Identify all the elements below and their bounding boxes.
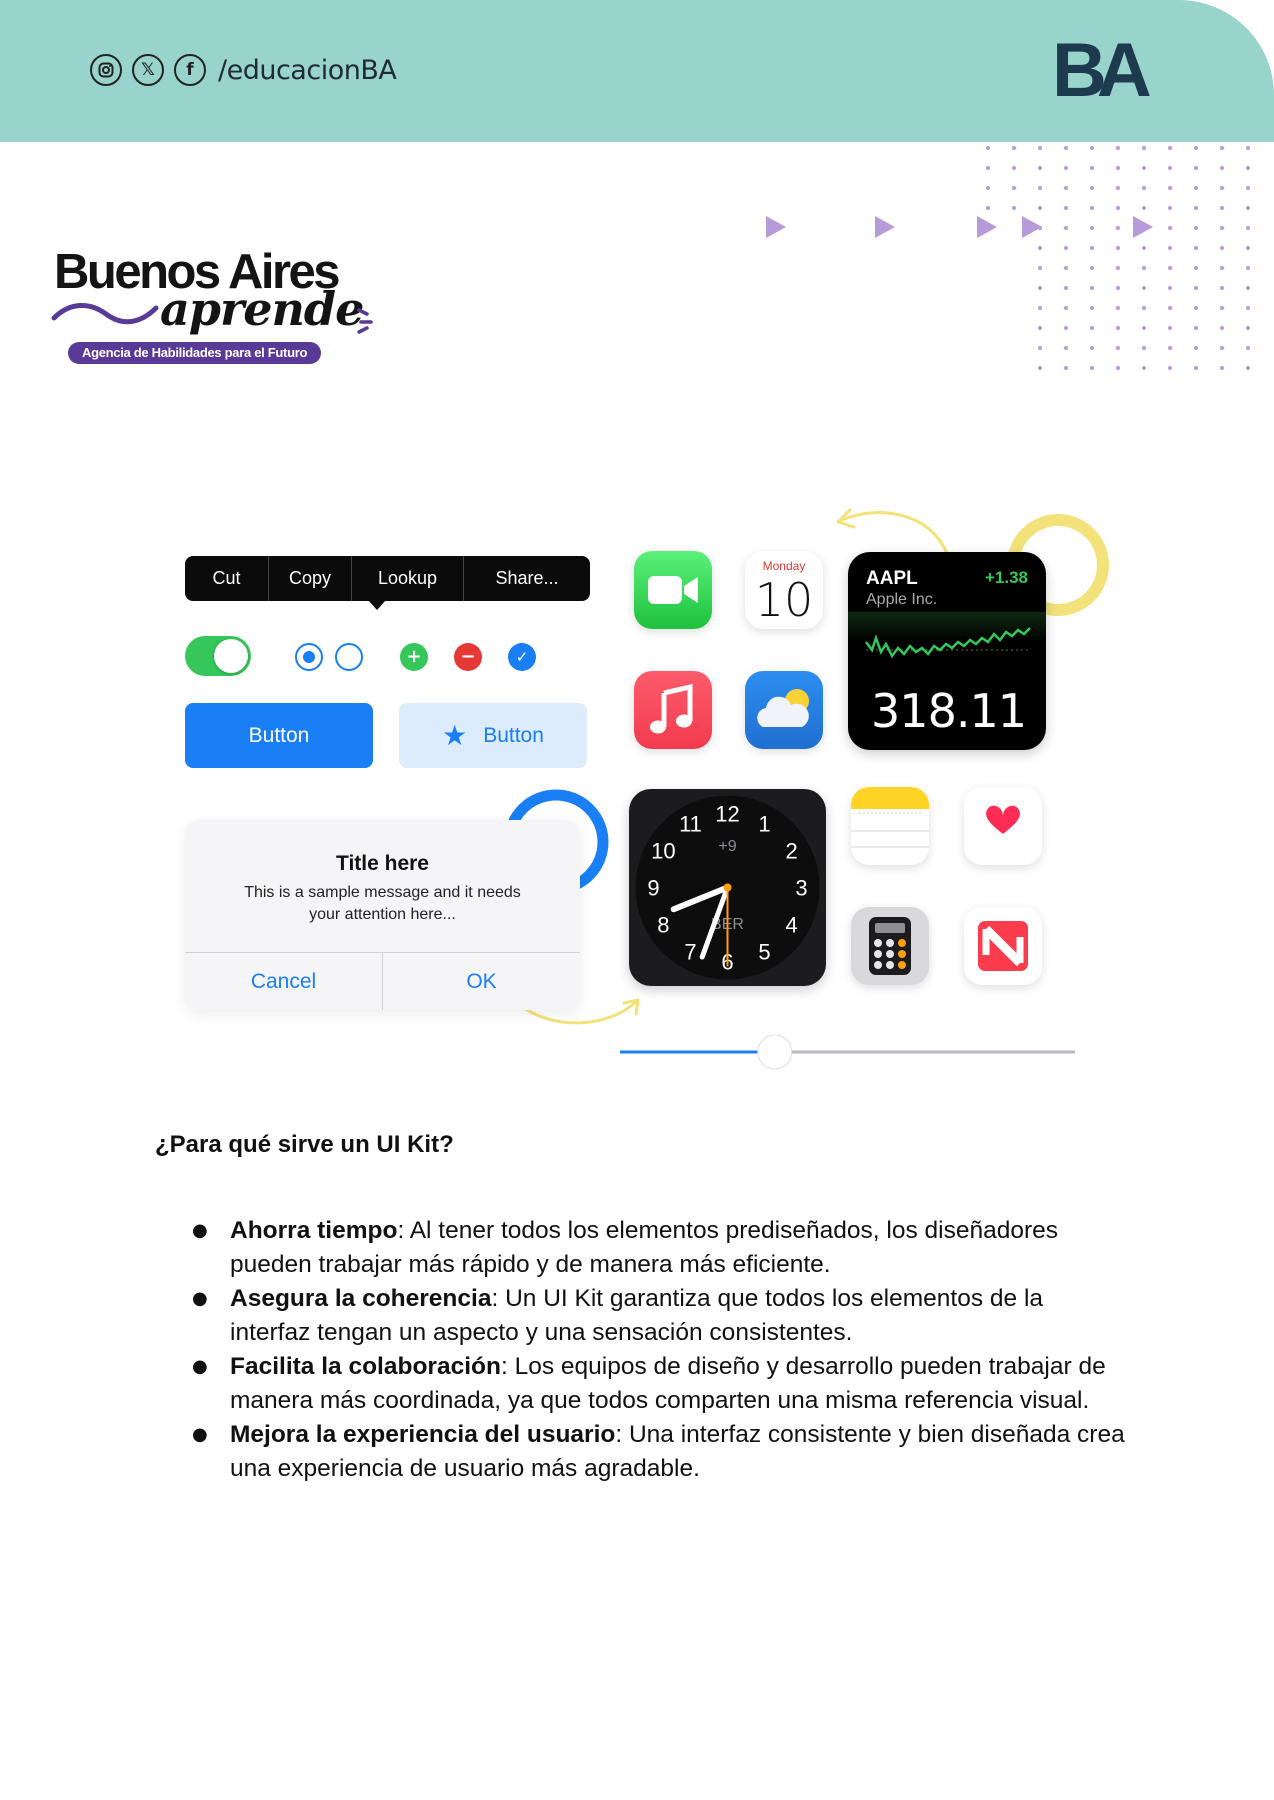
menu-item-cut[interactable]: Cut [185,556,269,601]
alert-actions: Cancel OK [185,952,580,1010]
bullet-term: Ahorra tiempo [230,1217,398,1244]
menu-item-copy[interactable]: Copy [269,556,352,601]
list-item: Mejora la experiencia del usuario: Una i… [192,1418,1130,1486]
toggle-switch[interactable] [185,636,251,676]
context-menu-pointer [368,600,386,610]
clock-widget[interactable]: 121234567891011+9BER [629,789,826,986]
clock-number: 11 [679,811,702,836]
clock-number: 10 [651,839,675,864]
section-question: ¿Para qué sirve un UI Kit? [155,1131,454,1158]
alert-message: This is a sample message and it needs yo… [244,884,521,923]
stock-price: 318.11 [871,684,1027,738]
star-icon: ★ [442,718,468,752]
weather-icon[interactable] [745,671,823,749]
clock-number: 1 [758,811,770,836]
add-icon[interactable]: + [400,643,428,671]
menu-item-share[interactable]: Share... [464,556,590,601]
calendar-icon[interactable]: Monday 10 [745,551,823,629]
health-icon[interactable] [964,787,1042,865]
context-menu: Cut Copy Lookup Share... [185,556,590,601]
radio-selected[interactable] [295,643,323,671]
stock-name: Apple Inc. [866,591,938,608]
clock-number: 9 [647,876,659,901]
clock-number: 12 [715,802,739,827]
calendar-date: 10 [754,573,814,627]
checkmark-icon[interactable]: ✓ [508,643,536,671]
slider-thumb[interactable] [757,1034,793,1070]
clock-number: 3 [795,876,807,901]
stock-change: +1.38 [984,568,1028,587]
news-icon[interactable] [964,907,1042,985]
remove-icon[interactable]: − [454,643,482,671]
slider[interactable] [620,1033,1075,1071]
clock-number: 7 [684,940,696,965]
music-icon[interactable] [634,671,712,749]
clock-number: 4 [785,913,797,938]
calendar-day: Monday [762,559,806,573]
calculator-icon[interactable] [851,907,929,985]
bullet-term: Facilita la colaboración [230,1353,501,1380]
bullet-term: Mejora la experiencia del usuario [230,1421,616,1448]
bullet-term: Asegura la coherencia [230,1285,492,1312]
radio-unselected[interactable] [335,643,363,671]
clock-number: 5 [758,940,770,965]
primary-button-label: Button [248,723,310,747]
list-item: Asegura la coherencia: Un UI Kit garanti… [192,1282,1130,1350]
clock-offset: +9 [718,838,736,855]
alert-dialog: Title here This is a sample message and … [185,820,580,1010]
stock-sparkline [848,612,1046,659]
tinted-button-label: Button [483,723,544,747]
facetime-icon[interactable] [634,551,712,629]
cancel-button[interactable]: Cancel [185,953,383,1010]
stocks-widget[interactable]: AAPL +1.38 Apple Inc. 318.11 [848,552,1046,750]
menu-item-lookup[interactable]: Lookup [352,556,464,601]
ok-button[interactable]: OK [383,953,580,1010]
primary-button[interactable]: Button [185,703,373,768]
list-item: Ahorra tiempo: Al tener todos los elemen… [192,1214,1130,1282]
toggle-knob [214,639,248,673]
benefits-list: Ahorra tiempo: Al tener todos los elemen… [192,1214,1130,1486]
clock-number: 2 [785,839,797,864]
stock-symbol: AAPL [866,568,918,589]
notes-icon[interactable] [851,787,929,865]
curved-arrow-decoration [837,511,950,557]
list-item: Facilita la colaboración: Los equipos de… [192,1350,1130,1418]
clock-face: 121234567891011+9BER [635,795,820,980]
tinted-button[interactable]: ★ Button [399,703,587,768]
clock-number: 8 [657,913,669,938]
alert-title: Title here [336,852,429,875]
